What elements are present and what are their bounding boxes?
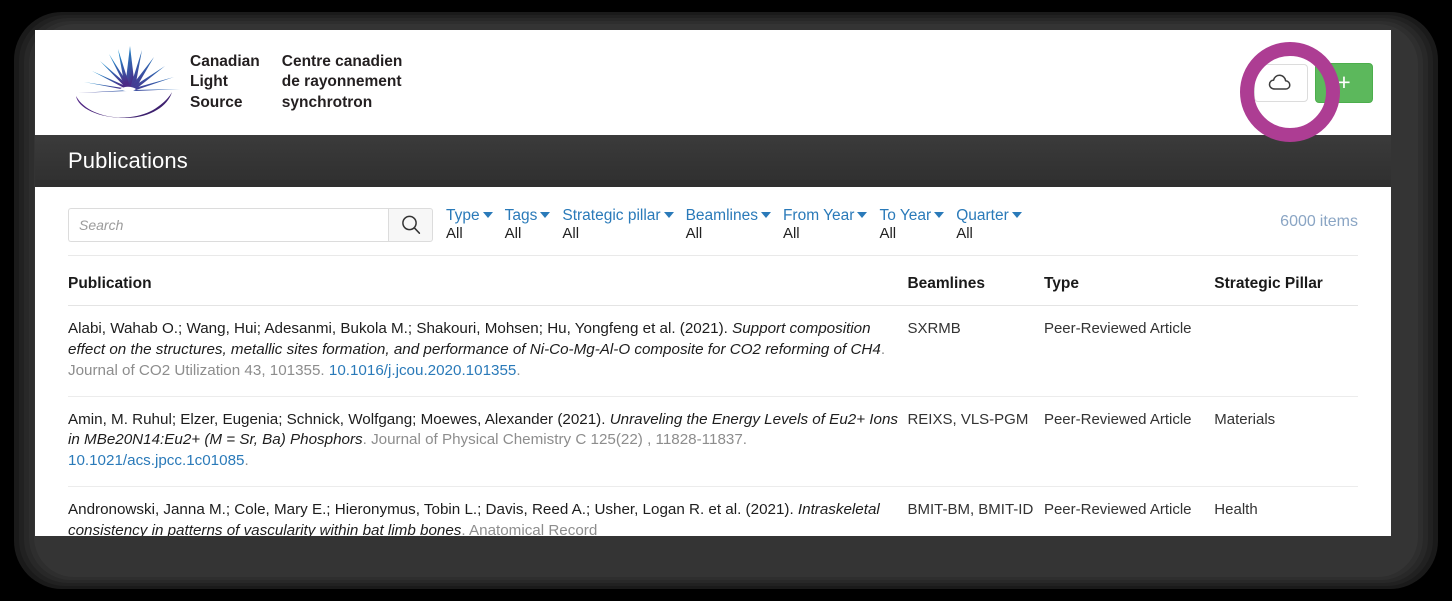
wordmark-english: Canadian Light Source	[190, 52, 260, 113]
cell-publication: Alabi, Wahab O.; Wang, Hui; Adesanmi, Bu…	[68, 305, 908, 397]
filter-type[interactable]: Type All	[446, 207, 493, 243]
chevron-down-icon	[857, 212, 868, 218]
table-body: Alabi, Wahab O.; Wang, Hui; Adesanmi, Bu…	[68, 305, 1358, 536]
chevron-down-icon	[1011, 212, 1022, 218]
cell-type: Peer-Reviewed Article	[1043, 486, 1215, 536]
plus-icon: +	[1337, 69, 1351, 95]
brand-logo: Canadian Light Source Centre canadien de…	[68, 44, 402, 122]
table-row[interactable]: Amin, M. Ruhul; Elzer, Eugenia; Schnick,…	[68, 396, 1358, 488]
item-count: 6000 items	[1280, 208, 1358, 231]
item-count-number: 6000	[1280, 213, 1316, 230]
filter-tags-value: All	[504, 225, 522, 243]
publication-journal: . Anatomical Record	[461, 521, 598, 536]
cell-strategic-pillar: Health	[1214, 486, 1358, 536]
cell-publication: Amin, M. Ruhul; Elzer, Eugenia; Schnick,…	[68, 396, 908, 488]
cell-strategic-pillar	[1214, 305, 1358, 397]
page-title-bar: Publications	[35, 135, 1391, 187]
publications-table: Publication Beamlines Type Strategic Pil…	[68, 254, 1358, 536]
cell-beamlines: SXRMB	[907, 305, 1044, 397]
wordmark-en-line2: Light	[190, 73, 228, 91]
publication-journal: . Journal of Physical Chemistry C 125(22…	[362, 431, 748, 449]
chevron-down-icon	[663, 212, 674, 218]
search-button[interactable]	[388, 208, 433, 242]
publication-authors: Amin, M. Ruhul; Elzer, Eugenia; Schnick,…	[68, 410, 610, 428]
publication-doi-suffix: .	[516, 361, 521, 379]
wordmark-en-line1: Canadian	[190, 52, 260, 70]
chevron-down-icon	[540, 212, 551, 218]
export-button[interactable]	[1254, 63, 1308, 102]
filter-quarter[interactable]: Quarter All	[956, 207, 1022, 243]
column-header-type[interactable]: Type	[1043, 254, 1215, 307]
column-header-strategic-pillar[interactable]: Strategic Pillar	[1214, 254, 1358, 307]
search-input[interactable]	[68, 208, 388, 242]
filter-from-year[interactable]: From Year All	[782, 207, 868, 243]
publication-authors: Alabi, Wahab O.; Wang, Hui; Adesanmi, Bu…	[68, 320, 733, 338]
cell-type: Peer-Reviewed Article	[1043, 396, 1215, 488]
wordmark-fr-line3: synchrotron	[281, 93, 373, 111]
search-icon	[401, 215, 420, 234]
filter-strategic-pillar-label: Strategic pillar	[562, 207, 661, 224]
filter-to-year[interactable]: To Year All	[879, 207, 945, 243]
add-publication-button[interactable]: +	[1315, 62, 1373, 103]
filter-dropdowns: Type All Tags All Strategic pillar All B…	[446, 207, 1022, 243]
chevron-down-icon	[482, 212, 493, 218]
filter-beamlines-label: Beamlines	[685, 207, 758, 224]
page-title: Publications	[68, 148, 188, 173]
column-header-publication[interactable]: Publication	[68, 254, 908, 307]
filter-from-year-label: From Year	[782, 207, 855, 224]
filter-beamlines[interactable]: Beamlines All	[685, 207, 771, 243]
publication-doi-link[interactable]: 10.1016/j.jcou.2020.101355	[329, 362, 516, 379]
cls-starburst-logo-icon	[76, 45, 180, 118]
publication-doi-link[interactable]: 10.1021/acs.jpcc.1c01085	[68, 452, 244, 469]
filter-tags[interactable]: Tags All	[504, 207, 551, 243]
filter-beamlines-value: All	[685, 225, 703, 243]
table-header-row: Publication Beamlines Type Strategic Pil…	[68, 254, 1358, 307]
item-count-unit: items	[1319, 213, 1358, 230]
filter-to-year-value: All	[879, 225, 897, 243]
filter-strategic-pillar-value: All	[562, 225, 580, 243]
filter-tags-label: Tags	[504, 207, 538, 224]
header-actions: +	[1254, 62, 1373, 103]
wordmark-fr-line2: de rayonnement	[281, 73, 402, 91]
filter-type-label: Type	[446, 207, 480, 224]
cloud-icon	[1268, 74, 1291, 90]
wordmark-fr-line1: Centre canadien	[281, 52, 403, 70]
table-row[interactable]: Alabi, Wahab O.; Wang, Hui; Adesanmi, Bu…	[68, 305, 1358, 397]
brand-header: Canadian Light Source Centre canadien de…	[35, 30, 1391, 142]
chevron-down-icon	[760, 212, 771, 218]
chevron-down-icon	[934, 212, 945, 218]
cell-beamlines: BMIT-BM, BMIT-ID	[907, 486, 1044, 536]
wordmark-french: Centre canadien de rayonnement synchrotr…	[282, 52, 403, 113]
cell-type: Peer-Reviewed Article	[1043, 305, 1215, 397]
filter-strategic-pillar[interactable]: Strategic pillar All	[562, 207, 674, 243]
table-header: Publication Beamlines Type Strategic Pil…	[68, 254, 1358, 307]
cell-publication: Andronowski, Janna M.; Cole, Mary E.; Hi…	[68, 486, 908, 536]
cell-beamlines: REIXS, VLS-PGM	[907, 396, 1044, 488]
publication-authors: Andronowski, Janna M.; Cole, Mary E.; Hi…	[68, 501, 798, 519]
table-row[interactable]: Andronowski, Janna M.; Cole, Mary E.; Hi…	[68, 486, 1358, 536]
content-area: Type All Tags All Strategic pillar All	[35, 187, 1391, 536]
device-screen: Canadian Light Source Centre canadien de…	[35, 30, 1391, 536]
filter-quarter-value: All	[956, 225, 973, 243]
filter-type-value: All	[446, 225, 463, 243]
filter-bar: Type All Tags All Strategic pillar All	[68, 207, 1358, 255]
filter-to-year-label: To Year	[879, 207, 932, 224]
cell-strategic-pillar: Materials	[1214, 396, 1358, 488]
brand-wordmark: Canadian Light Source Centre canadien de…	[190, 52, 402, 113]
publication-doi-suffix: .	[244, 452, 249, 470]
filter-from-year-value: All	[782, 225, 800, 243]
column-header-beamlines[interactable]: Beamlines	[907, 254, 1044, 307]
filter-quarter-label: Quarter	[956, 207, 1009, 224]
search-box	[68, 208, 433, 242]
wordmark-en-line3: Source	[190, 93, 243, 111]
